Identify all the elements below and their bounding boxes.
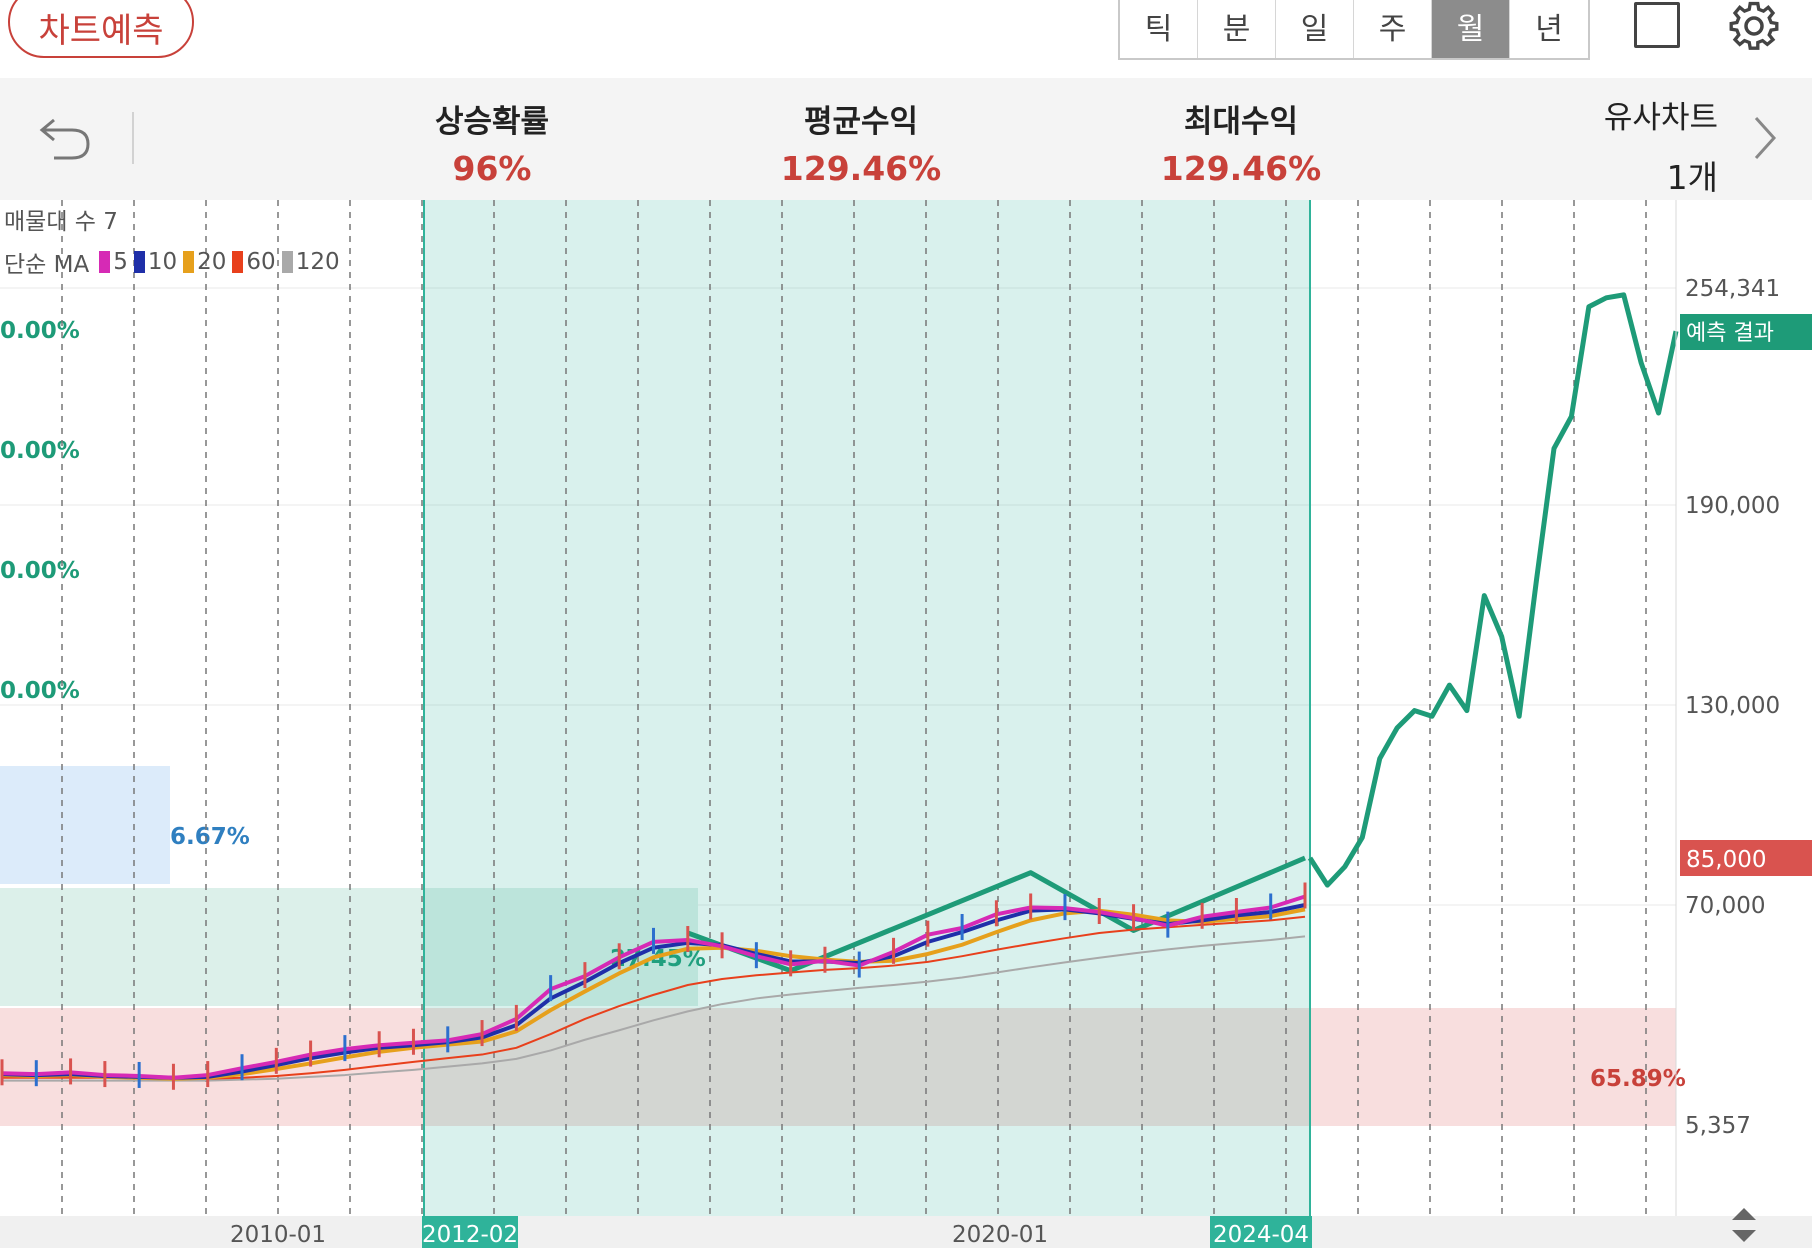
pattern-start-label: 2012-02 — [422, 1222, 518, 1248]
max-return: 최대수익 129.46% — [1146, 96, 1336, 188]
volume-profile-label: 0.00% — [0, 678, 80, 704]
volume-profile-label: 0.00% — [0, 438, 80, 464]
similar-charts-count: 1개 — [1666, 158, 1718, 197]
period-week-tab[interactable]: 주 — [1354, 0, 1432, 58]
ma5-label: 5 — [113, 249, 128, 275]
volume-profile-label: 65.89% — [1590, 1066, 1686, 1092]
similar-charts[interactable]: 유사차트 1개 — [1604, 92, 1718, 199]
volume-profile-bar — [0, 766, 170, 884]
pattern-highlight — [424, 200, 1310, 1216]
pattern-end-label: 2024-04 — [1213, 1222, 1309, 1248]
volume-profile-label: 6.67% — [170, 824, 250, 850]
y-tick-label: 254,341 — [1685, 276, 1780, 302]
divider — [132, 112, 134, 164]
chevron-right-icon[interactable] — [1750, 114, 1780, 162]
rise-probability-value: 96% — [452, 149, 532, 188]
y-tick-label: 190,000 — [1685, 493, 1780, 519]
x-tick-label: 2020-01 — [952, 1222, 1048, 1248]
price-chart[interactable]: 0.00%0.00%0.00%0.00%6.67%27.45%65.89%254… — [0, 200, 1812, 1248]
period-year-tab[interactable]: 년 — [1510, 0, 1588, 58]
rise-probability: 상승확률 96% — [412, 96, 572, 188]
chart-predict-button[interactable]: 차트예측 — [8, 0, 194, 58]
average-return-value: 129.46% — [780, 149, 942, 188]
ma-legend-title: 단순 MA — [4, 252, 90, 278]
max-return-label: 최대수익 — [1183, 104, 1299, 140]
volume-profile-label: 0.00% — [0, 318, 80, 344]
ma-legend: 단순 MA 5 10 20 60 120 — [4, 245, 340, 279]
current-price-label: 85,000 — [1686, 847, 1766, 873]
ma5-swatch — [99, 251, 111, 273]
y-tick-label: 70,000 — [1685, 893, 1765, 919]
ma120-swatch — [281, 251, 293, 273]
ma10-swatch — [133, 251, 145, 273]
chart-predict-label: 차트예측 — [38, 10, 164, 51]
period-selector: 틱 분 일 주 월 년 — [1118, 0, 1590, 60]
ma60-swatch — [232, 251, 244, 273]
ma20-label: 20 — [197, 249, 227, 275]
y-tick-label: 130,000 — [1685, 693, 1780, 719]
average-return: 평균수익 129.46% — [766, 96, 956, 188]
period-day-tab[interactable]: 일 — [1276, 0, 1354, 58]
ma10-label: 10 — [147, 249, 178, 275]
max-return-value: 129.46% — [1160, 149, 1322, 188]
period-tick-tab[interactable]: 틱 — [1120, 0, 1198, 58]
period-month-tab[interactable]: 월 — [1432, 0, 1510, 58]
similar-charts-label: 유사차트 — [1603, 100, 1718, 136]
volume-profile-label: 0.00% — [0, 558, 80, 584]
gear-icon[interactable] — [1724, 0, 1784, 52]
volume-profile-legend: 매물대 수 7 — [4, 209, 118, 235]
ma120-label: 120 — [295, 249, 340, 275]
x-tick-label: 2010-01 — [230, 1222, 326, 1248]
ma20-swatch — [183, 251, 195, 273]
period-minute-tab[interactable]: 분 — [1198, 0, 1276, 58]
undo-arrow-icon[interactable] — [36, 110, 96, 166]
average-return-label: 평균수익 — [803, 104, 919, 140]
square-icon[interactable] — [1634, 2, 1680, 48]
rise-probability-label: 상승확률 — [434, 104, 550, 140]
y-tick-label: 5,357 — [1685, 1113, 1751, 1139]
prediction-line — [1307, 292, 1679, 888]
ma60-label: 60 — [246, 249, 276, 275]
prediction-tag-label: 예측 결과 — [1686, 321, 1774, 346]
